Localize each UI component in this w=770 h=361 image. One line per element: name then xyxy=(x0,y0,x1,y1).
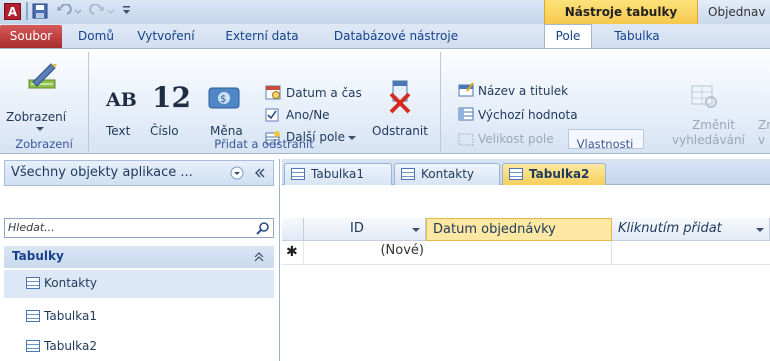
doc-tab-kontakty[interactable]: Kontakty xyxy=(394,163,500,185)
table-icon xyxy=(26,340,40,352)
customize-qat-icon[interactable] xyxy=(122,4,132,18)
views-group-label: Zobrazení xyxy=(15,137,73,151)
window-title: Objednav xyxy=(698,0,770,24)
access-app-icon[interactable]: A xyxy=(4,3,21,20)
doc-tab-label: Kontakty xyxy=(421,167,475,181)
collapse-pane-icon[interactable] xyxy=(254,167,266,179)
view-dropdown-icon[interactable] xyxy=(36,126,44,132)
table-icon xyxy=(26,277,40,289)
default-value-icon xyxy=(458,107,474,121)
search-placeholder: Hledat... xyxy=(8,221,55,234)
text-field-icon: AB xyxy=(106,89,137,111)
column-header-click-to-add[interactable]: Kliknutím přidat xyxy=(612,218,770,241)
column-dropdown-icon[interactable] xyxy=(412,227,420,233)
name-caption-button[interactable]: Název a titulek xyxy=(478,84,568,98)
tab-home[interactable]: Domů xyxy=(72,26,120,48)
tab-external-data[interactable]: Externí data xyxy=(210,26,314,48)
column-header-datum-objednavky[interactable]: Datum objednávky xyxy=(426,218,612,241)
nav-group-tables[interactable]: Tabulky xyxy=(4,246,274,268)
grid-row-line xyxy=(282,264,770,265)
nav-item-label: Tabulka2 xyxy=(44,339,97,353)
doc-tab-tabulka2[interactable]: Tabulka2 xyxy=(502,163,606,185)
tab-file[interactable]: Soubor xyxy=(0,25,62,48)
currency-icon: $ xyxy=(208,87,240,109)
nav-menu-dropdown-icon[interactable] xyxy=(230,166,244,180)
number-button[interactable]: Číslo xyxy=(150,124,179,138)
yes-no-checkbox-icon xyxy=(265,108,279,122)
table-icon xyxy=(401,168,415,180)
nav-item-label: Kontakty xyxy=(44,276,98,290)
save-icon[interactable] xyxy=(32,3,48,19)
contextual-group-label: Nástroje tabulky xyxy=(564,5,678,19)
tab-database-tools[interactable]: Databázové nástroje xyxy=(318,26,474,48)
column-header-label: ID xyxy=(350,221,364,236)
yes-no-button[interactable]: Ano/Ne xyxy=(286,108,330,122)
qat-separator xyxy=(26,2,28,20)
new-record-id-cell[interactable]: (Nové) xyxy=(304,243,424,258)
add-delete-group-label: Přidat a odstranit xyxy=(214,137,314,151)
delete-field-icon xyxy=(389,80,411,114)
text-button[interactable]: Text xyxy=(106,124,130,138)
nav-item-label: Tabulka1 xyxy=(44,309,97,323)
nav-item-kontakty[interactable]: Kontakty xyxy=(4,270,274,298)
properties-group-label: Vlastnosti xyxy=(576,137,634,151)
record-selector[interactable] xyxy=(282,241,304,265)
tab-create[interactable]: Vytvoření xyxy=(130,26,202,48)
new-record-date-cell[interactable] xyxy=(426,241,612,264)
datasheet xyxy=(282,186,770,361)
nav-pane-title: Všechny objekty aplikace ... xyxy=(11,165,193,180)
delete-button[interactable]: Odstranit xyxy=(372,124,428,138)
view-icon xyxy=(28,63,57,89)
search-icon[interactable] xyxy=(256,221,270,235)
name-caption-icon xyxy=(458,82,474,97)
tab-fields[interactable]: Pole xyxy=(544,24,592,50)
date-time-icon xyxy=(265,85,281,100)
doc-tab-label: Tabulka1 xyxy=(311,167,364,181)
doc-tab-tabulka1[interactable]: Tabulka1 xyxy=(284,163,392,185)
collapse-group-icon[interactable] xyxy=(254,252,264,262)
column-header-id[interactable]: ID xyxy=(304,218,426,241)
tab-table[interactable]: Tabulka xyxy=(604,26,670,48)
nav-group-label: Tabulky xyxy=(12,249,64,263)
select-all-corner[interactable] xyxy=(282,218,304,241)
cut-ribbon-button-top[interactable]: Zr xyxy=(758,118,770,132)
modify-lookups-button-line1[interactable]: Změnit xyxy=(692,118,735,132)
svg-text:$: $ xyxy=(220,94,226,105)
currency-button[interactable]: Měna xyxy=(210,124,243,138)
table-icon xyxy=(291,168,305,180)
undo-icon[interactable] xyxy=(55,4,83,18)
redo-icon[interactable] xyxy=(88,4,116,18)
table-icon xyxy=(509,168,523,180)
number-field-icon: 12 xyxy=(152,81,191,114)
doc-tab-label: Tabulka2 xyxy=(529,167,590,181)
table-icon xyxy=(26,310,40,322)
date-time-button[interactable]: Datum a čas xyxy=(286,86,362,100)
default-value-button[interactable]: Výchozí hodnota xyxy=(478,108,578,122)
view-button[interactable]: Zobrazení xyxy=(6,110,66,124)
nav-item-tabulka1[interactable]: Tabulka1 xyxy=(4,303,274,331)
column-header-label: Datum objednávky xyxy=(433,222,556,237)
nav-item-tabulka2[interactable]: Tabulka2 xyxy=(4,333,274,361)
modify-lookups-icon xyxy=(691,85,717,108)
click-to-add-dropdown-icon[interactable] xyxy=(756,227,764,233)
column-header-label: Kliknutím přidat xyxy=(618,221,722,236)
